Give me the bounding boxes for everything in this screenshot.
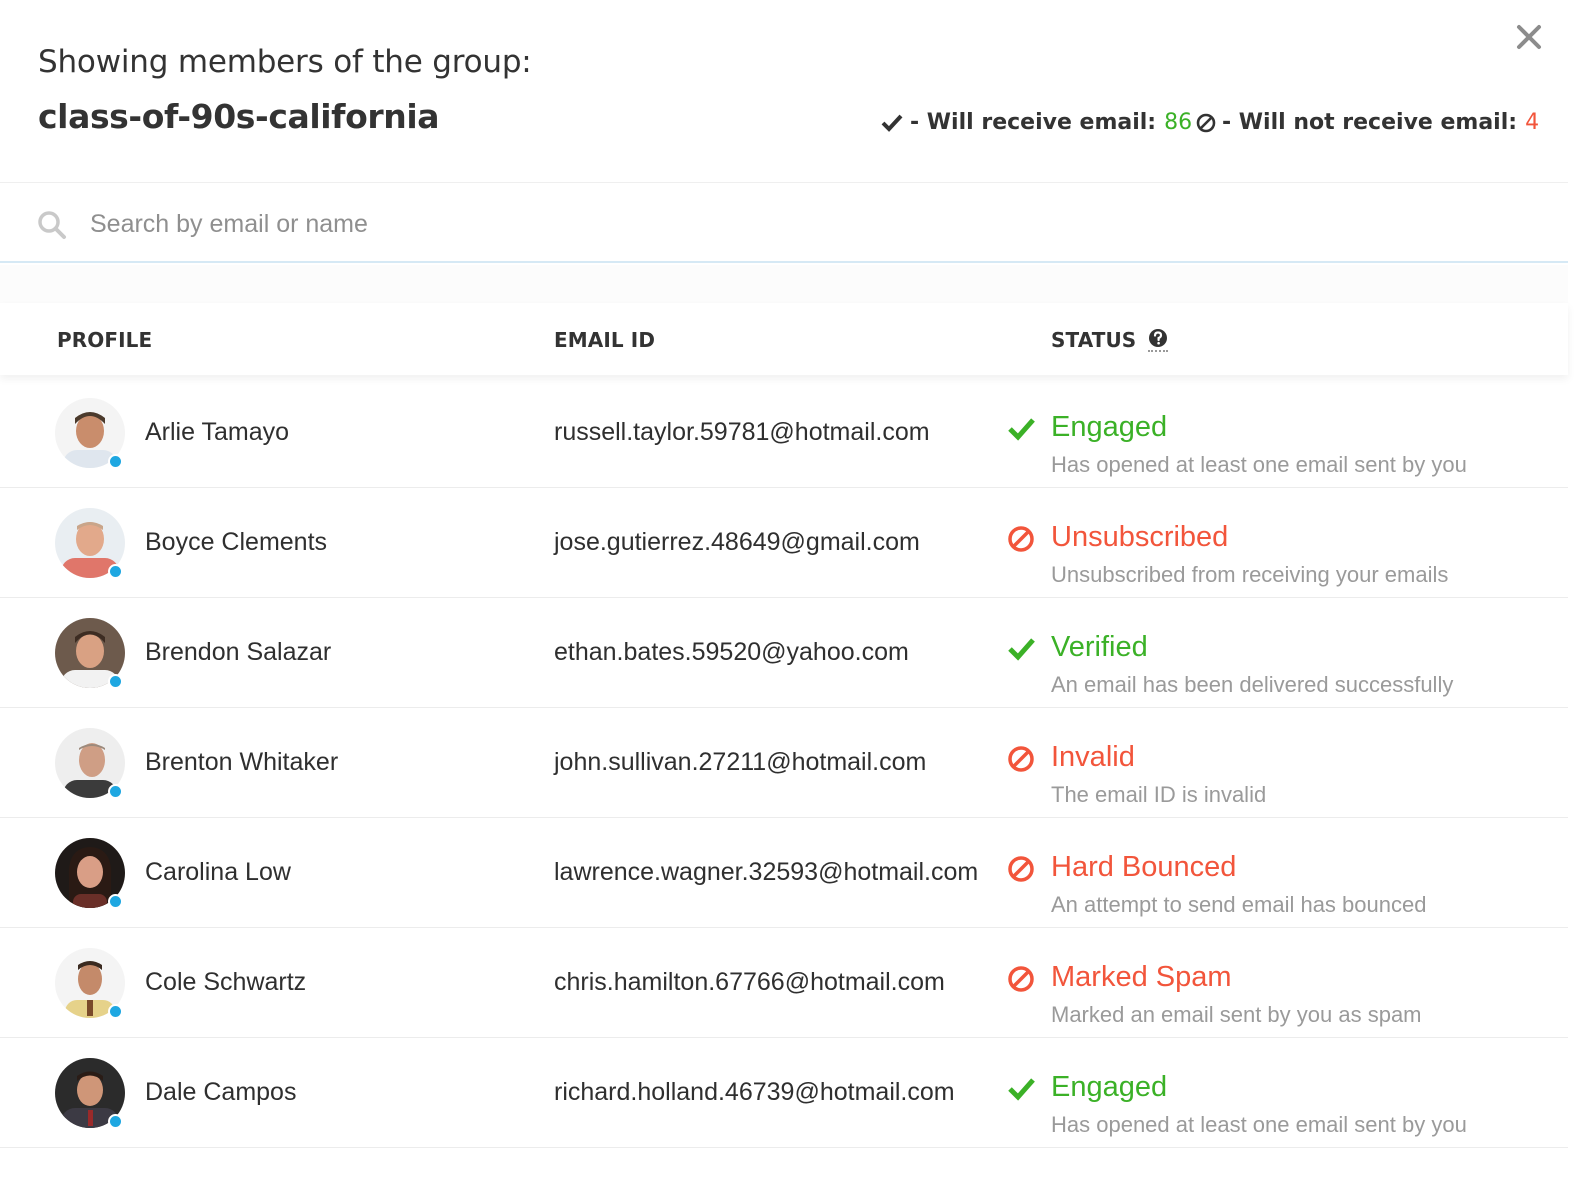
status-description: Has opened at least one email sent by yo… xyxy=(1051,452,1467,477)
check-icon xyxy=(1008,418,1035,441)
group-members-modal: Showing members of the group: class-of-9… xyxy=(0,0,1568,1191)
will-receive-count: 86 xyxy=(1164,110,1193,135)
member-name: Brendon Salazar xyxy=(145,638,332,666)
status-description: The email ID is invalid xyxy=(1051,782,1267,807)
member-name: Dale Campos xyxy=(145,1078,297,1106)
search-input[interactable] xyxy=(88,201,1292,247)
member-email: lawrence.wagner.32593@hotmail.com xyxy=(554,858,979,886)
member-email: richard.holland.46739@hotmail.com xyxy=(554,1078,955,1106)
will-not-receive-label: - Will not receive email: xyxy=(1222,110,1518,135)
online-status-dot xyxy=(108,1004,123,1019)
member-name: Carolina Low xyxy=(145,858,291,886)
blocked-icon xyxy=(1008,746,1034,772)
status-label: Marked Spam xyxy=(1051,961,1232,993)
table-row[interactable]: Arlie Tamayo russell.taylor.59781@hotmai… xyxy=(0,378,1568,488)
status-description: Has opened at least one email sent by yo… xyxy=(1051,1112,1467,1137)
table-row[interactable]: Carolina Low lawrence.wagner.32593@hotma… xyxy=(0,818,1568,928)
table-header: PROFILE EMAIL ID STATUS xyxy=(0,303,1568,375)
check-icon xyxy=(1008,1078,1035,1101)
member-name: Brenton Whitaker xyxy=(145,748,339,776)
status-description: Marked an email sent by you as spam xyxy=(1051,1002,1422,1027)
will-receive-label: - Will receive email: xyxy=(910,110,1157,135)
will-receive-summary: - Will receive email: 86 xyxy=(880,110,1192,135)
avatar xyxy=(55,398,125,469)
member-name: Cole Schwartz xyxy=(145,968,307,996)
help-icon[interactable] xyxy=(1148,328,1169,352)
table-row[interactable]: Boyce Clements jose.gutierrez.48649@gmai… xyxy=(0,488,1568,598)
table-row[interactable]: Brendon Salazar ethan.bates.59520@yahoo.… xyxy=(0,598,1568,708)
check-icon xyxy=(881,114,903,132)
status-label: Verified xyxy=(1051,631,1148,663)
online-status-dot xyxy=(108,894,123,909)
blocked-icon xyxy=(1008,526,1034,552)
avatar xyxy=(55,728,125,799)
status-description: Unsubscribed from receiving your emails xyxy=(1051,562,1449,587)
status-label: Hard Bounced xyxy=(1051,851,1237,883)
status-label: Invalid xyxy=(1051,741,1135,773)
online-status-dot xyxy=(108,784,123,799)
column-header-status-label: STATUS xyxy=(1051,328,1137,352)
avatar xyxy=(55,618,125,689)
close-icon[interactable] xyxy=(1514,22,1544,52)
status-label: Engaged xyxy=(1051,1071,1168,1103)
member-email: ethan.bates.59520@yahoo.com xyxy=(554,638,909,666)
spacer-band xyxy=(0,265,1568,303)
table-row[interactable]: Brenton Whitaker john.sullivan.27211@hot… xyxy=(0,708,1568,818)
status-label: Unsubscribed xyxy=(1051,521,1229,553)
online-status-dot xyxy=(108,454,123,469)
column-header-status: STATUS xyxy=(1051,328,1169,352)
avatar xyxy=(55,508,125,579)
member-name: Boyce Clements xyxy=(145,528,328,556)
blocked-icon xyxy=(1196,113,1216,132)
column-header-profile: PROFILE xyxy=(57,328,153,352)
status-description: An attempt to send email has bounced xyxy=(1051,892,1427,917)
status-description: An email has been delivered successfully xyxy=(1051,672,1454,697)
column-header-email: EMAIL ID xyxy=(554,328,656,352)
blocked-icon xyxy=(1008,966,1034,992)
will-not-receive-count: 4 xyxy=(1525,110,1540,135)
member-email: russell.taylor.59781@hotmail.com xyxy=(554,418,930,446)
member-email: jose.gutierrez.48649@gmail.com xyxy=(554,528,920,556)
avatar xyxy=(55,948,125,1019)
search-icon xyxy=(38,211,66,239)
status-label: Engaged xyxy=(1051,411,1168,443)
table-row[interactable]: Dale Campos richard.holland.46739@hotmai… xyxy=(0,1038,1568,1148)
online-status-dot xyxy=(108,1114,123,1129)
check-icon xyxy=(1008,638,1035,661)
table-row[interactable]: Cole Schwartz chris.hamilton.67766@hotma… xyxy=(0,928,1568,1038)
will-not-receive-summary: - Will not receive email: 4 xyxy=(1195,110,1539,135)
avatar xyxy=(55,838,125,909)
member-email: john.sullivan.27211@hotmail.com xyxy=(554,748,927,776)
member-name: Arlie Tamayo xyxy=(145,418,290,446)
avatar xyxy=(55,1058,125,1129)
group-name: class-of-90s-california xyxy=(38,97,440,136)
member-email: chris.hamilton.67766@hotmail.com xyxy=(554,968,945,996)
modal-title: Showing members of the group: xyxy=(38,44,532,80)
online-status-dot xyxy=(108,564,123,579)
search-bar xyxy=(0,183,1568,263)
online-status-dot xyxy=(108,674,123,689)
blocked-icon xyxy=(1008,856,1034,882)
